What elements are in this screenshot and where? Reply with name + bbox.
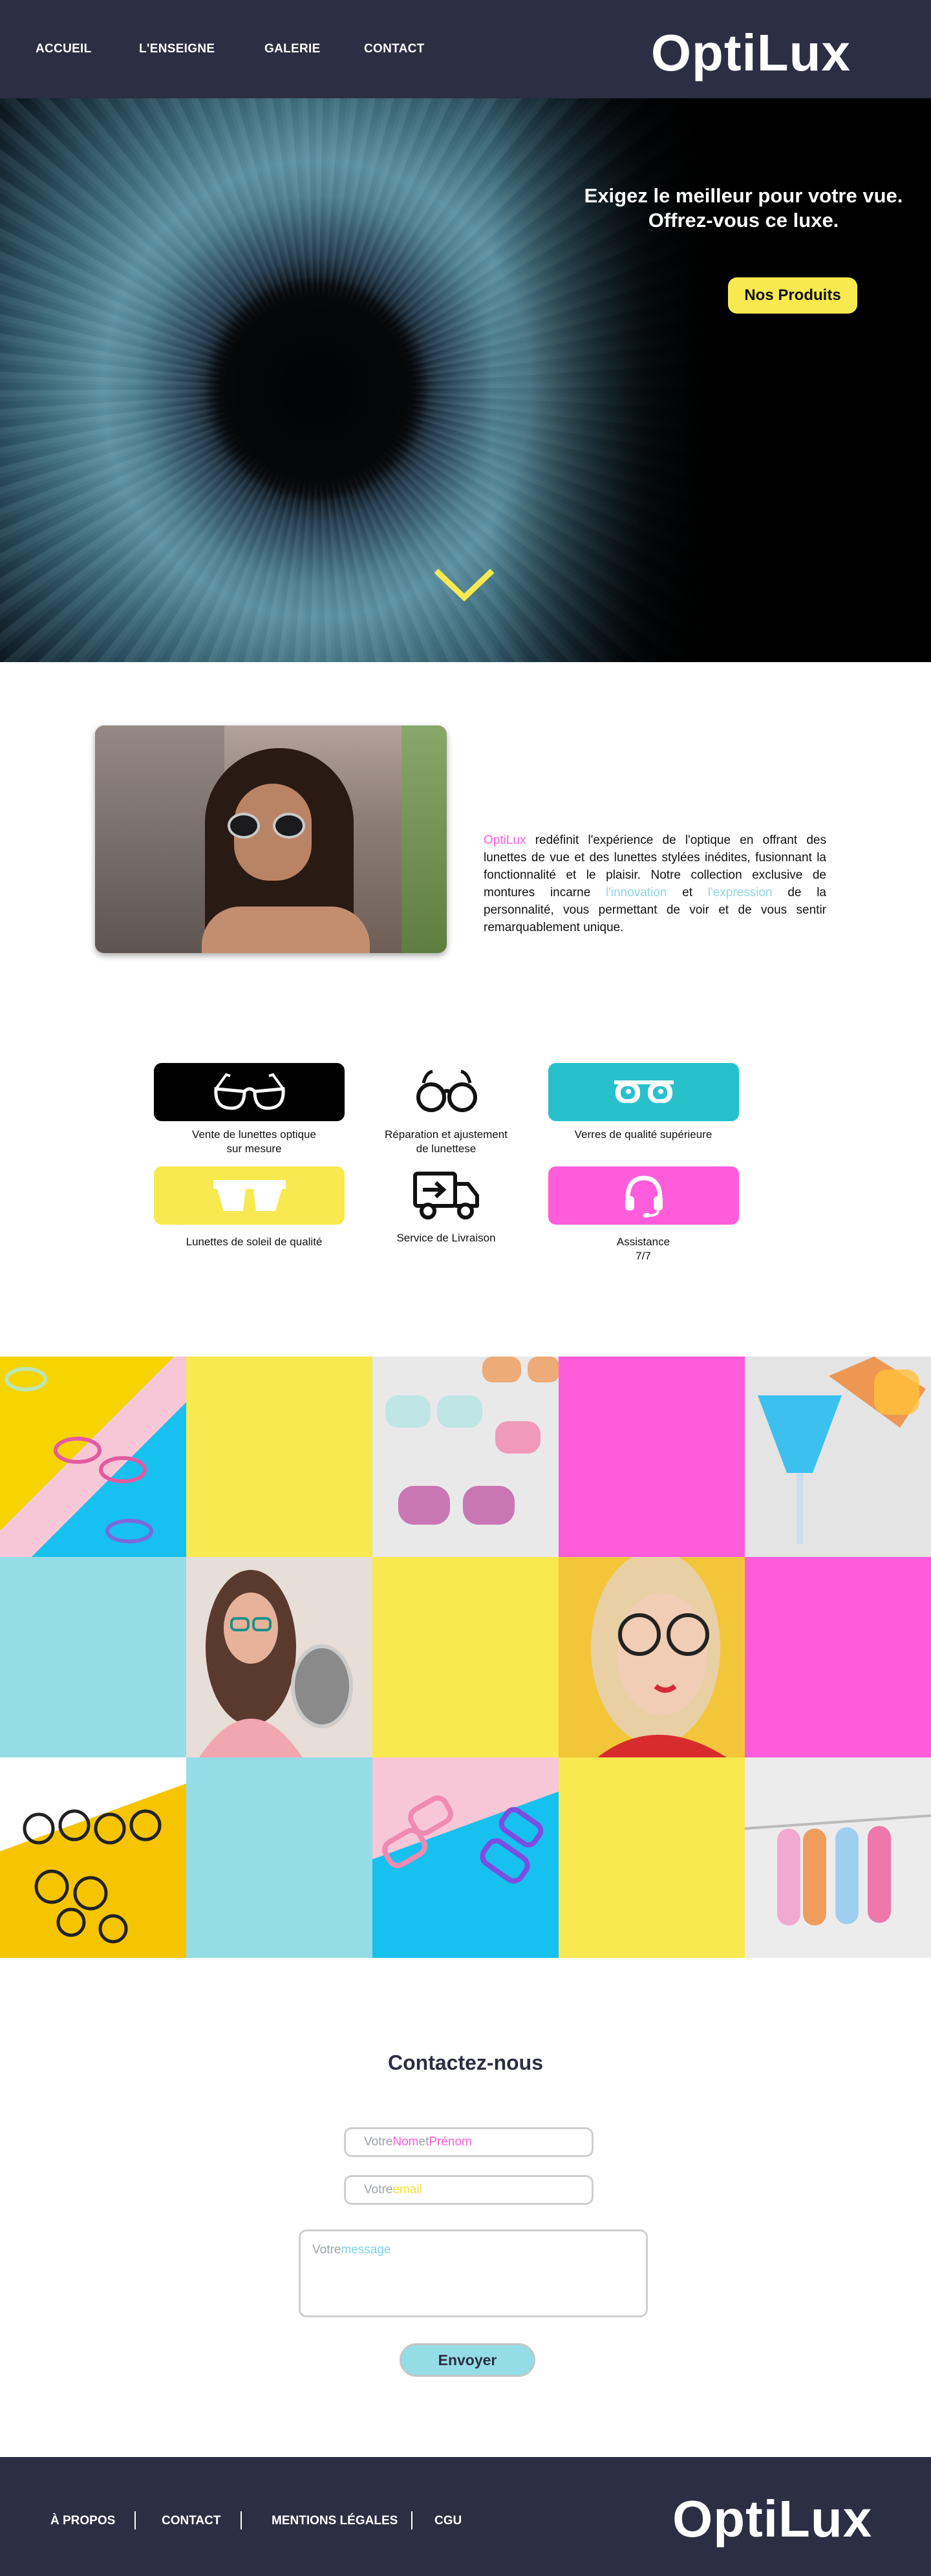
gallery-photo[interactable] — [0, 1757, 186, 1958]
gallery-photo[interactable] — [372, 1357, 559, 1557]
gallery-photo[interactable] — [745, 1357, 931, 1557]
gallery-photo[interactable] — [559, 1557, 745, 1757]
nav-enseigne[interactable]: L'ENSEIGNE — [139, 42, 215, 56]
contact-title: Contactez-nous — [388, 2051, 543, 2074]
name-field[interactable]: Votre Nom et Prénom — [344, 2127, 594, 2157]
footer-link-apropos[interactable]: À PROPOS — [50, 2514, 115, 2528]
service-label: Réparation et ajustement de lunettese — [385, 1128, 508, 1155]
gallery-photo[interactable] — [372, 1757, 559, 1958]
nav-galerie[interactable]: GALERIE — [264, 42, 321, 56]
logo[interactable]: OptiLux — [651, 21, 851, 85]
gallery-photo[interactable] — [745, 1757, 931, 1958]
products-button[interactable]: Nos Produits — [728, 277, 857, 314]
nav-contact[interactable]: CONTACT — [364, 42, 425, 56]
glasses-lens-icon — [614, 1080, 674, 1103]
footer-link-mentions[interactable]: MENTIONS LÉGALES — [272, 2514, 398, 2528]
message-field[interactable]: Votre message — [299, 2229, 648, 2317]
service-card-reparation[interactable] — [351, 1063, 542, 1121]
about-description: OptiLux redéfinit l'expérience de l'opti… — [484, 833, 826, 934]
gallery-photo[interactable] — [0, 1357, 186, 1557]
sunglasses-icon — [213, 1180, 286, 1211]
service-card-soleil[interactable] — [154, 1166, 345, 1225]
service-label: Service de Livraison — [396, 1232, 496, 1244]
color-tile — [186, 1357, 372, 1557]
email-field[interactable]: Votre email — [344, 2175, 594, 2205]
gallery-grid — [0, 1357, 931, 1958]
service-card-vente[interactable] — [154, 1063, 345, 1121]
chevron-down-icon[interactable] — [434, 569, 494, 603]
footer-divider — [411, 2511, 412, 2529]
color-tile — [559, 1357, 745, 1557]
service-label: Lunettes de soleil de qualité — [186, 1236, 323, 1248]
color-tile — [559, 1757, 745, 1958]
footer-divider — [134, 2511, 136, 2529]
service-card-verres[interactable] — [548, 1063, 739, 1121]
service-label: Assistance 7/7 — [616, 1236, 670, 1262]
gallery-photo[interactable] — [186, 1557, 372, 1757]
model-photo — [95, 725, 447, 953]
footer-link-cgu[interactable]: CGU — [434, 2514, 462, 2528]
delivery-truck-icon — [412, 1172, 479, 1219]
service-card-livraison[interactable] — [351, 1166, 542, 1225]
hero-tagline: Exigez le meilleur pour votre vue. Offre… — [584, 184, 903, 231]
color-tile — [186, 1757, 372, 1958]
color-tile — [0, 1557, 186, 1757]
footer-divider — [241, 2511, 242, 2529]
service-label: Vente de lunettes optique sur mesure — [192, 1128, 316, 1155]
send-button[interactable]: Envoyer — [400, 2343, 535, 2377]
eyeglasses-icon — [213, 1073, 285, 1110]
nav-accueil[interactable]: ACCUEIL — [36, 42, 92, 56]
service-label: Verres de qualité supérieure — [574, 1128, 712, 1141]
service-card-assistance[interactable] — [548, 1166, 739, 1225]
hero-banner: Exigez le meilleur pour votre vue. Offre… — [0, 98, 931, 662]
footer-link-contact[interactable]: CONTACT — [162, 2514, 220, 2528]
site-header: ACCUEIL L'ENSEIGNE GALERIE CONTACT OptiL… — [0, 0, 931, 98]
color-tile — [745, 1557, 931, 1757]
color-tile — [372, 1557, 559, 1757]
footer-logo[interactable]: OptiLux — [672, 2487, 872, 2551]
round-glasses-icon — [416, 1069, 477, 1112]
headset-icon — [625, 1175, 663, 1218]
site-footer: À PROPOS CONTACT MENTIONS LÉGALES CGU Op… — [0, 2457, 931, 2576]
